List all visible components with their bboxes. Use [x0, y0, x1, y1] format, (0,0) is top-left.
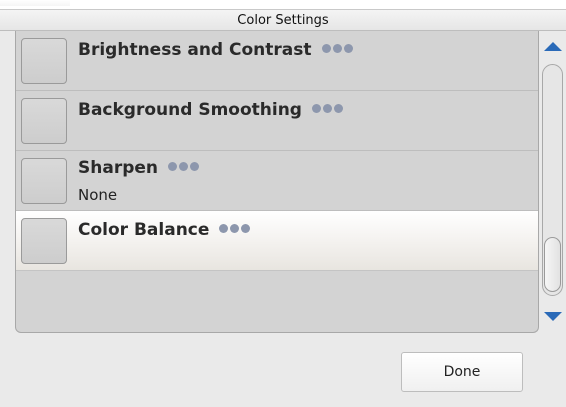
list-item-color-balance[interactable]: Color Balance [16, 211, 538, 271]
settings-list: Brightness and Contrast Background Smoot… [15, 31, 539, 333]
ellipsis-dots-icon[interactable] [321, 38, 355, 58]
window-title: Color Settings [237, 12, 329, 28]
list-item-label: Background Smoothing [78, 100, 302, 120]
scroll-up-button[interactable] [539, 31, 566, 61]
vertical-scrollbar[interactable] [539, 31, 566, 331]
checkbox[interactable] [21, 38, 67, 84]
arrow-up-icon [543, 41, 562, 51]
list-item-sharpen[interactable]: Sharpen None [16, 151, 538, 211]
dialog-content: Brightness and Contrast Background Smoot… [0, 31, 566, 407]
scroll-thumb[interactable] [544, 237, 561, 292]
list-item-label: Color Balance [78, 220, 210, 240]
list-item-background-smoothing[interactable]: Background Smoothing [16, 91, 538, 151]
list-item-label: Brightness and Contrast [78, 40, 312, 60]
list-item-value: None [78, 186, 118, 204]
title-bar: Color Settings [0, 9, 566, 31]
ellipsis-dots-icon[interactable] [168, 156, 201, 176]
checkbox[interactable] [21, 218, 67, 264]
checkbox[interactable] [21, 158, 67, 204]
list-item-label: Sharpen [78, 158, 159, 178]
list-item-brightness-and-contrast[interactable]: Brightness and Contrast [16, 31, 538, 91]
ellipsis-dots-icon[interactable] [219, 218, 252, 238]
scroll-track[interactable] [542, 64, 563, 296]
top-edge-fragment [0, 0, 70, 6]
arrow-down-icon [543, 311, 562, 321]
checkbox[interactable] [21, 98, 67, 144]
done-button[interactable]: Done [401, 352, 523, 392]
scroll-down-button[interactable] [539, 301, 566, 331]
ellipsis-dots-icon[interactable] [311, 98, 345, 118]
